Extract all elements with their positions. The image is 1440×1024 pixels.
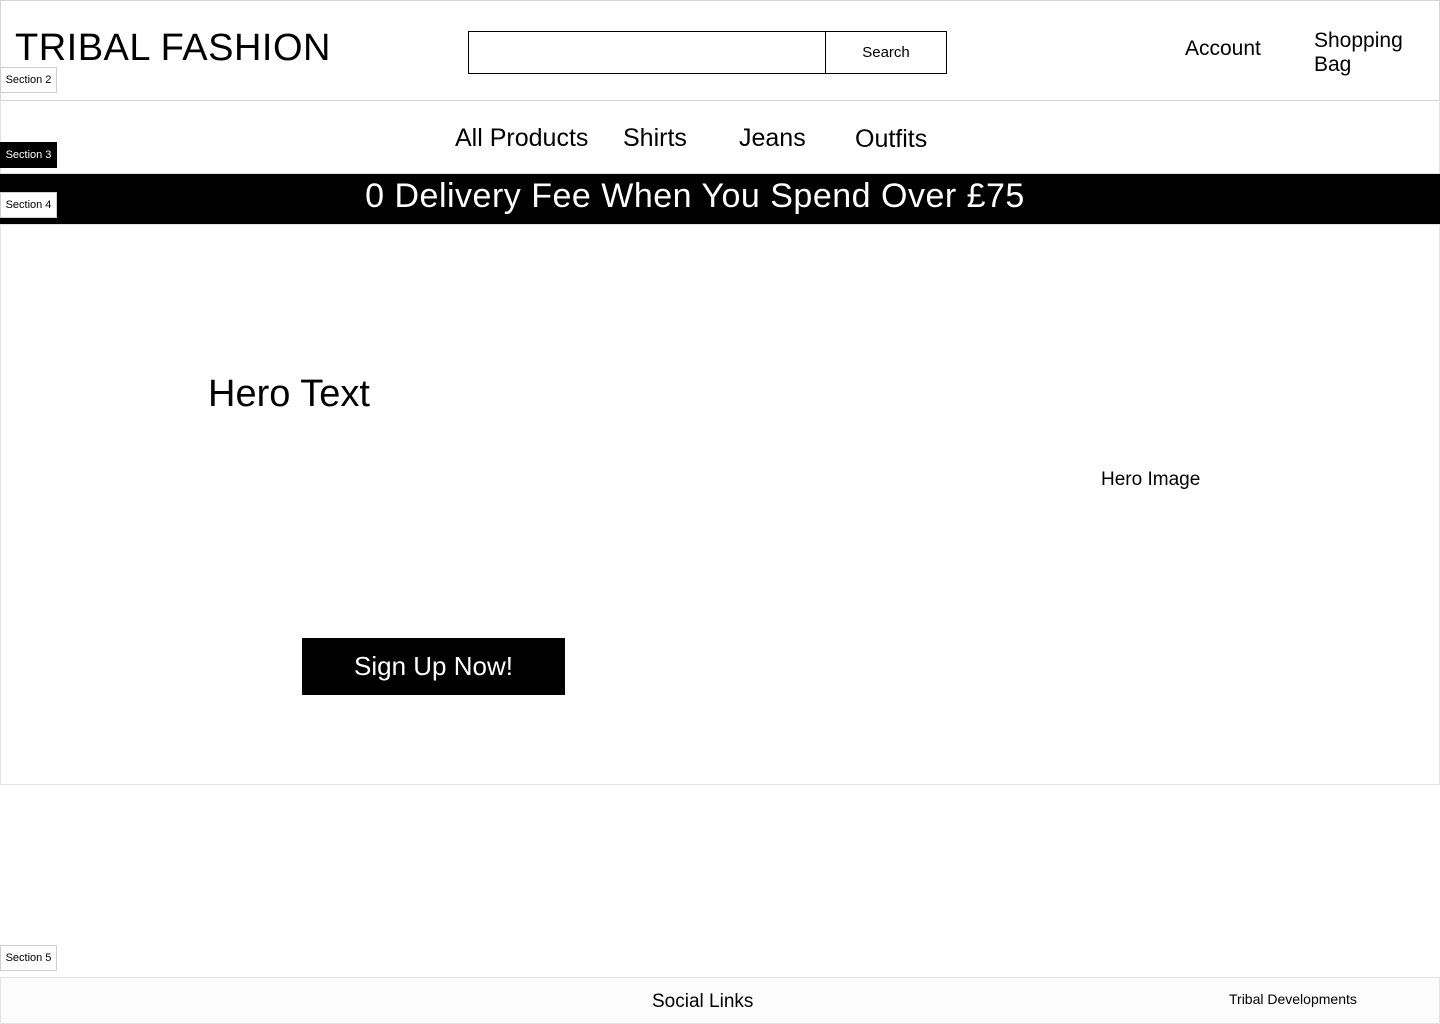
nav-item-shirts[interactable]: Shirts — [623, 124, 687, 153]
account-link[interactable]: Account — [1185, 37, 1261, 61]
section-tag-5: Section 5 — [0, 945, 57, 971]
shopping-bag-link[interactable]: Shopping Bag — [1314, 29, 1424, 77]
category-nav: All Products Shirts Jeans Outfits — [0, 101, 1440, 174]
hero-section: Hero Text Hero Image Sign Up Now! — [0, 224, 1440, 785]
hero-image-placeholder: Hero Image — [1101, 469, 1201, 490]
site-footer: Social Links Tribal Developments — [0, 977, 1440, 1024]
sign-up-button[interactable]: Sign Up Now! — [302, 638, 565, 695]
section-tag-2: Section 2 — [0, 67, 57, 93]
brand-logo[interactable]: TRIBAL FASHION — [15, 27, 331, 70]
site-header: TRIBAL FASHION Search Account Shopping B… — [0, 0, 1440, 101]
social-links[interactable]: Social Links — [652, 991, 753, 1013]
nav-item-jeans[interactable]: Jeans — [739, 124, 806, 153]
nav-item-outfits[interactable]: Outfits — [855, 125, 927, 154]
promo-text: 0 Delivery Fee When You Spend Over £75 — [365, 177, 1025, 215]
section-tag-4: Section 4 — [0, 192, 57, 218]
section-tag-3: Section 3 — [0, 142, 57, 168]
promo-banner: 0 Delivery Fee When You Spend Over £75 — [0, 174, 1440, 224]
hero-text: Hero Text — [208, 373, 370, 415]
search-button[interactable]: Search — [825, 31, 947, 74]
search-input[interactable] — [468, 31, 826, 74]
footer-credit: Tribal Developments — [1229, 991, 1357, 1007]
nav-item-all-products[interactable]: All Products — [455, 124, 588, 153]
